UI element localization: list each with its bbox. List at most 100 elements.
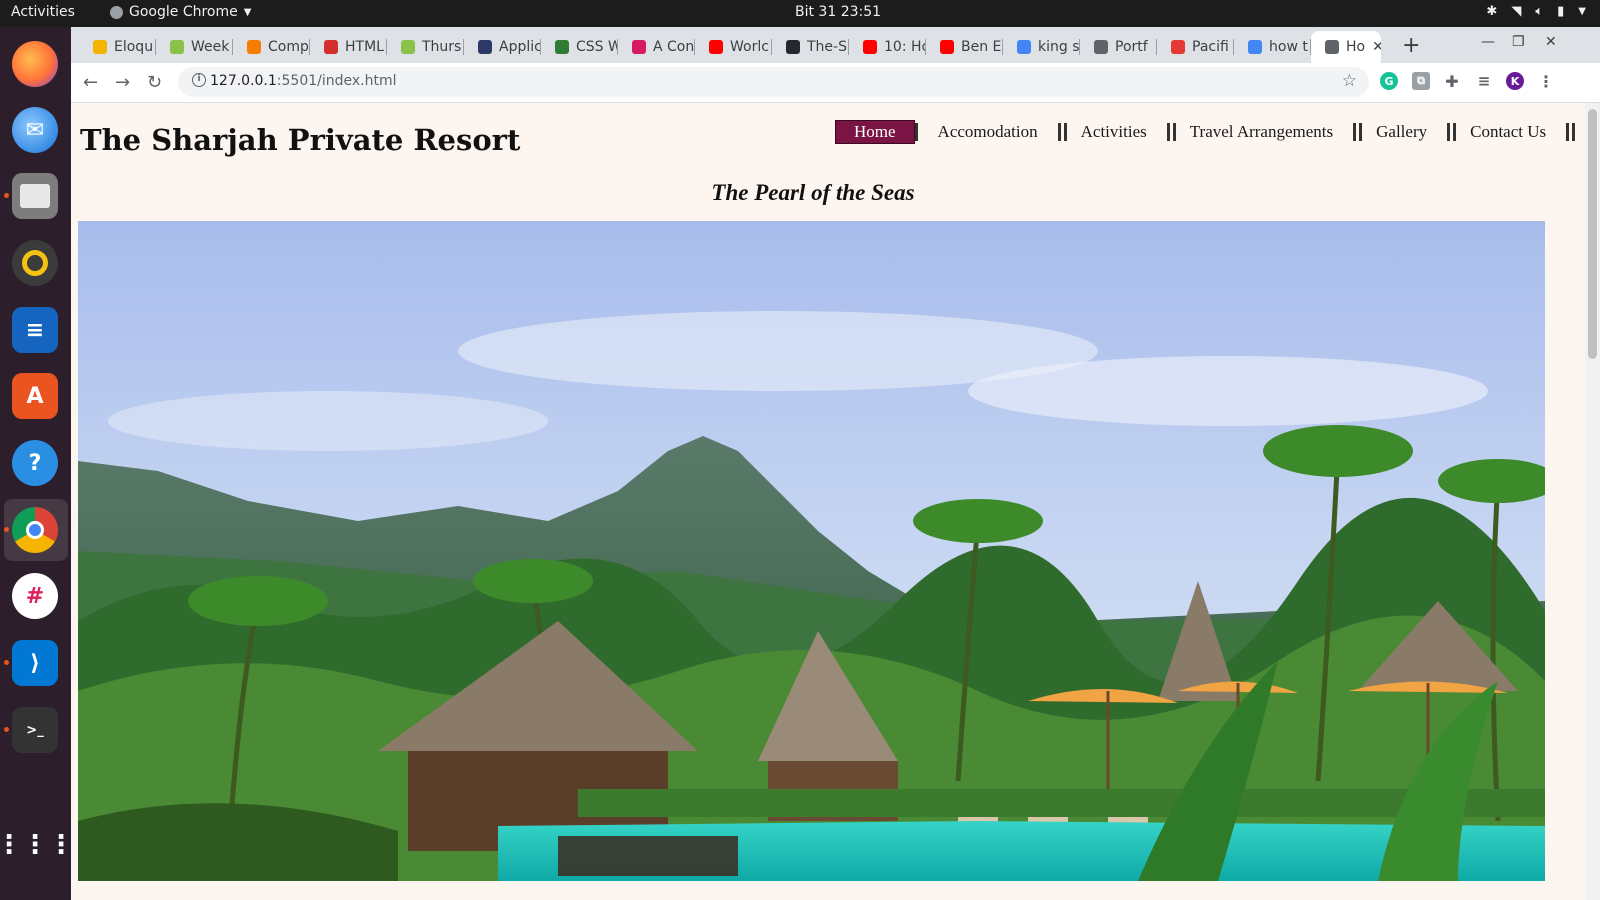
vscode-icon[interactable]: ⟩	[12, 640, 58, 686]
tab-title: Eloqu	[114, 39, 154, 55]
battery-icon: ▮	[1557, 4, 1565, 19]
tab-title: CSS W	[576, 39, 618, 55]
extension-icon[interactable]: ⧉	[1412, 72, 1430, 90]
new-tab-plus-icon[interactable]: +	[1402, 33, 1420, 58]
slack-tray-icon[interactable]: ✱	[1486, 4, 1497, 19]
terminal-icon[interactable]: >_	[12, 707, 58, 753]
tab-title: Thurs	[422, 39, 462, 55]
grammarly-extension-icon[interactable]: G	[1380, 72, 1398, 90]
browser-tab[interactable]: HTML	[310, 31, 387, 63]
tab-title: king s	[1038, 39, 1080, 55]
site-info-icon[interactable]: i	[192, 73, 206, 87]
browser-tab[interactable]: Week	[156, 31, 233, 63]
back-arrow-icon[interactable]: ←	[83, 72, 98, 93]
browser-tab[interactable]: Pacifi	[1157, 31, 1234, 63]
browser-tab[interactable]: Thurs	[387, 31, 464, 63]
minimize-icon[interactable]: —	[1481, 34, 1495, 50]
scrollbar-thumb[interactable]	[1588, 109, 1597, 359]
browser-tab[interactable]: Applic	[464, 31, 541, 63]
nav-separator	[1166, 123, 1176, 141]
nav-link-travel-arrangements[interactable]: Travel Arrangements	[1172, 120, 1351, 144]
running-indicator	[4, 527, 9, 532]
nav-separator	[1447, 123, 1457, 141]
system-top-bar: Activities Google Chrome ▼ Bit 31 23:51 …	[0, 0, 1600, 27]
browser-tab[interactable]: how t	[1234, 31, 1311, 63]
restore-icon[interactable]: ❐	[1512, 34, 1525, 50]
tab-favicon-icon	[1094, 40, 1108, 54]
ubuntu-software-icon[interactable]: A	[12, 373, 58, 419]
tab-favicon-icon	[401, 40, 415, 54]
nav-separator	[1566, 123, 1576, 141]
profile-avatar[interactable]: K	[1506, 72, 1524, 90]
show-apps-grid-icon[interactable]: ⋮⋮⋮	[0, 822, 74, 868]
firefox-icon[interactable]	[12, 41, 58, 87]
tab-title: Portf	[1115, 39, 1148, 55]
running-indicator	[4, 727, 9, 732]
chrome-small-icon	[110, 5, 123, 19]
tab-title: 10: Hc	[884, 39, 926, 55]
tab-favicon-icon	[478, 40, 492, 54]
tab-favicon-icon	[786, 40, 800, 54]
browser-tab-active[interactable]: Ho ✕	[1311, 31, 1381, 63]
nav-link-activities[interactable]: Activities	[1063, 120, 1165, 144]
help-icon[interactable]: ?	[12, 440, 58, 486]
running-indicator	[4, 193, 9, 198]
tab-title: Applic	[499, 39, 541, 55]
browser-tab[interactable]: The-S	[772, 31, 849, 63]
toolbar: ← → ↻ i 127.0.0.1:5501/index.html ☆ G ⧉ …	[71, 63, 1600, 103]
nav-separator	[1353, 123, 1363, 141]
browser-tab[interactable]: Worlc	[695, 31, 772, 63]
clock[interactable]: Bit 31 23:51	[795, 4, 881, 20]
wifi-icon: ◥	[1511, 4, 1522, 19]
browser-tab[interactable]: Ben E	[926, 31, 1003, 63]
tab-close-icon[interactable]: ✕	[1372, 39, 1381, 55]
tab-favicon-icon	[940, 40, 954, 54]
tab-favicon-icon	[170, 40, 184, 54]
libreoffice-writer-icon[interactable]: ≡	[12, 307, 58, 353]
nav-link-accomodation[interactable]: Accomodation	[920, 120, 1056, 144]
bookmark-star-icon[interactable]: ☆	[1342, 71, 1357, 91]
nav-link-home[interactable]: Home	[835, 120, 915, 144]
browser-tab[interactable]: Portf	[1080, 31, 1157, 63]
tab-favicon-icon	[93, 40, 107, 54]
url-host: 127.0.0.1	[210, 73, 277, 89]
nav-separator	[1057, 123, 1067, 141]
chrome-menu-icon[interactable]: ⋮	[1537, 72, 1555, 91]
address-bar[interactable]: i 127.0.0.1:5501/index.html ☆	[178, 67, 1369, 97]
caret-down-icon: ▼	[1578, 6, 1586, 17]
nav-link-gallery[interactable]: Gallery	[1358, 120, 1445, 144]
reload-icon[interactable]: ↻	[147, 72, 162, 93]
activities-button[interactable]: Activities	[11, 4, 75, 20]
system-tray[interactable]: ✱ ◥ 🔈︎ ▮ ▼	[1486, 4, 1586, 19]
tab-title: The-S	[807, 39, 847, 55]
site-title: The Sharjah Private Resort	[80, 123, 521, 157]
tab-favicon-icon	[247, 40, 261, 54]
browser-tab[interactable]: 10: Hc	[849, 31, 926, 63]
nav-link-contact-us[interactable]: Contact Us	[1452, 120, 1564, 144]
app-menu[interactable]: Google Chrome ▼	[110, 4, 251, 20]
tab-title: Worlc	[730, 39, 769, 55]
slack-icon[interactable]: #	[12, 573, 58, 619]
browser-tab[interactable]: CSS W	[541, 31, 618, 63]
tab-title: Comp	[268, 39, 309, 55]
tab-title: Ho	[1346, 39, 1366, 55]
tab-favicon-icon	[1017, 40, 1031, 54]
chrome-icon[interactable]	[12, 507, 58, 553]
close-window-icon[interactable]: ✕	[1545, 34, 1557, 50]
forward-arrow-icon[interactable]: →	[115, 72, 130, 93]
tagline: The Pearl of the Seas	[711, 180, 915, 205]
url-text[interactable]: 127.0.0.1:5501/index.html	[210, 73, 397, 89]
tab-favicon-icon	[709, 40, 723, 54]
media-control-icon[interactable]: ≡	[1475, 72, 1493, 90]
puzzle-extensions-icon[interactable]: ✚	[1443, 72, 1461, 91]
browser-tab[interactable]: A Con	[618, 31, 695, 63]
rhythmbox-icon[interactable]	[12, 240, 58, 286]
dock: ✉ ≡ A ? # ⟩ >_ ⋮⋮⋮	[0, 27, 74, 900]
browser-tab[interactable]: Eloqu	[79, 31, 156, 63]
browser-tab[interactable]: Comp	[233, 31, 310, 63]
tab-favicon-icon	[632, 40, 646, 54]
files-icon[interactable]	[12, 173, 58, 219]
browser-tab[interactable]: king s	[1003, 31, 1080, 63]
resort-photo	[78, 221, 1545, 881]
thunderbird-icon[interactable]: ✉	[12, 107, 58, 153]
